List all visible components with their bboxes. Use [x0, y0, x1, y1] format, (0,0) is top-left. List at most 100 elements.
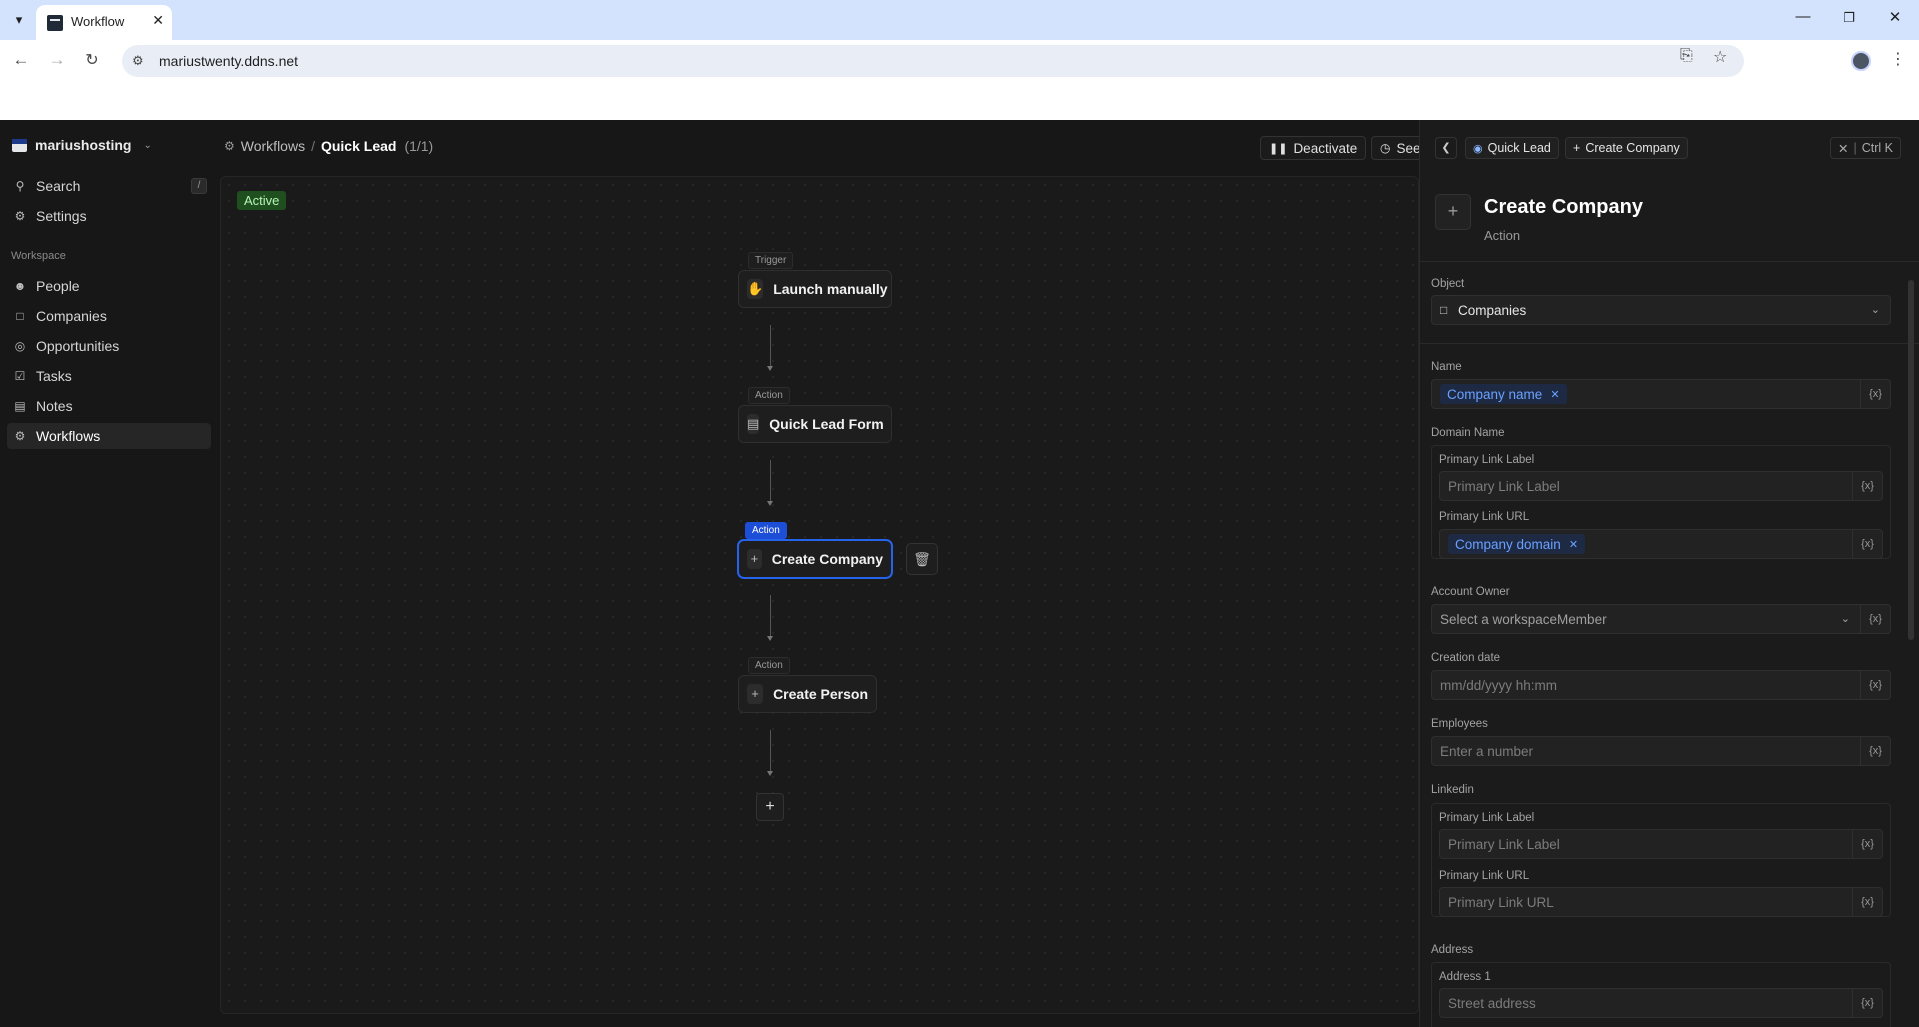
- bookmark-star-icon[interactable]: ☆: [1713, 47, 1727, 67]
- sidebar-item-workflows[interactable]: ⚙ Workflows: [7, 423, 211, 449]
- variable-chip-label: Company name: [1447, 386, 1543, 402]
- workflow-chip[interactable]: ◉ Quick Lead: [1465, 137, 1559, 159]
- owner-select[interactable]: Select a workspaceMember ⌄ {x}: [1431, 604, 1891, 634]
- delete-node-button[interactable]: 🗑: [906, 543, 938, 575]
- checkbox-icon: ☑: [14, 369, 26, 383]
- sidebar-item-label: People: [36, 278, 80, 294]
- deactivate-button[interactable]: ❚❚ Deactivate: [1260, 136, 1367, 160]
- variable-picker-icon[interactable]: {x}: [1860, 737, 1890, 765]
- linkedin-primary-url-input[interactable]: Primary Link URL {x}: [1439, 887, 1883, 917]
- reload-icon[interactable]: ↻: [81, 50, 103, 70]
- address1-input[interactable]: Street address {x}: [1439, 988, 1883, 1018]
- linkedin-primary-label-input[interactable]: Primary Link Label {x}: [1439, 829, 1883, 859]
- remove-variable-icon[interactable]: ✕: [1550, 388, 1559, 401]
- panel-header: ❮ ◉ Quick Lead + Create Company ✕ | Ctrl…: [1420, 120, 1919, 176]
- person-icon: ☻: [13, 279, 27, 293]
- variable-picker-icon[interactable]: {x}: [1852, 530, 1882, 558]
- close-shortcut-label: Ctrl K: [1861, 141, 1893, 155]
- linkedin-label: Linkedin: [1431, 784, 1474, 796]
- step-settings-panel: ❮ ◉ Quick Lead + Create Company ✕ | Ctrl…: [1419, 120, 1919, 1027]
- window-close-icon[interactable]: ✕: [1880, 8, 1910, 26]
- breadcrumb-workflows-link[interactable]: Workflows: [241, 138, 305, 154]
- back-chevron-icon[interactable]: ❮: [1435, 137, 1457, 159]
- variable-picker-icon[interactable]: {x}: [1852, 472, 1882, 500]
- building-icon: □: [1440, 303, 1448, 317]
- edge-connector: [767, 595, 773, 641]
- variable-picker-icon[interactable]: {x}: [1852, 888, 1882, 916]
- variable-picker-icon[interactable]: {x}: [1860, 605, 1890, 633]
- object-value: Companies: [1458, 303, 1527, 318]
- favicon-icon: [47, 15, 63, 31]
- browser-menu-icon[interactable]: ⋮: [1890, 49, 1906, 69]
- workflow-node-create-company[interactable]: + Create Company: [738, 540, 892, 578]
- node-tag: Action: [748, 387, 790, 404]
- employees-input[interactable]: Enter a number {x}: [1431, 736, 1891, 766]
- workflow-icon: ⚙: [14, 429, 26, 443]
- name-input[interactable]: Company name ✕ {x}: [1431, 379, 1891, 409]
- close-panel-button[interactable]: ✕ | Ctrl K: [1830, 137, 1901, 159]
- target-icon: ◎: [14, 339, 26, 353]
- search-icon: ⚲: [15, 179, 25, 193]
- workflow-canvas[interactable]: Active Trigger ✋ Launch manually Action …: [220, 176, 1419, 1014]
- app-root: mariushosting ⌄ ⚲ Search / ⚙ Settings Wo…: [0, 120, 1919, 1027]
- step-chip[interactable]: + Create Company: [1565, 137, 1688, 159]
- domain-primary-url-input[interactable]: Company domain ✕ {x}: [1439, 529, 1883, 559]
- variable-picker-icon[interactable]: {x}: [1852, 989, 1882, 1017]
- restore-icon[interactable]: ❐: [1834, 10, 1864, 26]
- variable-picker-icon[interactable]: {x}: [1860, 671, 1890, 699]
- panel-scrollbar[interactable]: [1908, 280, 1914, 640]
- creation-date-input[interactable]: mm/dd/yyyy hh:mm {x}: [1431, 670, 1891, 700]
- step-chip-label: Create Company: [1585, 141, 1680, 155]
- variable-picker-icon[interactable]: {x}: [1852, 830, 1882, 858]
- tab-close-icon[interactable]: ✕: [152, 12, 164, 29]
- plus-icon: +: [1573, 141, 1581, 155]
- placeholder: Enter a number: [1440, 744, 1534, 759]
- variable-picker-icon[interactable]: {x}: [1860, 380, 1890, 408]
- status-badge: Active: [237, 191, 287, 210]
- tab-search-chevron-icon[interactable]: ▾: [8, 9, 30, 31]
- sidebar-item-notes[interactable]: ▤ Notes: [7, 393, 211, 419]
- sidebar-item-people[interactable]: ☻ People: [7, 273, 211, 299]
- name-field-label: Name: [1431, 361, 1462, 373]
- placeholder: Primary Link URL: [1448, 895, 1554, 910]
- install-app-icon[interactable]: ⎘: [1680, 47, 1693, 65]
- sidebar-item-companies[interactable]: □ Companies: [7, 303, 211, 329]
- placeholder: Street address: [1448, 996, 1536, 1011]
- edge-connector: [767, 325, 773, 371]
- breadcrumb-separator: /: [311, 138, 315, 154]
- profile-avatar[interactable]: [1851, 51, 1871, 71]
- node-tag: Trigger: [748, 252, 794, 269]
- workflow-node-trigger[interactable]: ✋ Launch manually: [738, 270, 892, 308]
- placeholder: mm/dd/yyyy hh:mm: [1440, 678, 1558, 693]
- object-select[interactable]: □ Companies ⌄: [1431, 295, 1891, 325]
- sidebar-item-settings[interactable]: ⚙ Settings: [7, 203, 211, 229]
- back-icon[interactable]: ←: [10, 50, 32, 70]
- variable-chip[interactable]: Company domain ✕: [1448, 534, 1586, 554]
- forward-icon[interactable]: →: [46, 50, 68, 70]
- sidebar-item-label: Settings: [36, 208, 87, 224]
- chevron-down-icon: ⌄: [1840, 613, 1850, 625]
- workspace-switcher[interactable]: mariushosting ⌄: [12, 134, 152, 156]
- sidebar-item-search[interactable]: ⚲ Search /: [7, 173, 211, 199]
- see-versions-button[interactable]: ◷ See: [1371, 136, 1421, 160]
- address-bar[interactable]: ⚙ mariustwenty.ddns.net: [122, 45, 1744, 77]
- workflow-node-form[interactable]: ▤ Quick Lead Form: [738, 405, 892, 443]
- sidebar-item-label: Companies: [36, 308, 107, 324]
- workflow-node-create-person[interactable]: + Create Person: [738, 675, 877, 713]
- sidebar-item-tasks[interactable]: ☑ Tasks: [7, 363, 211, 389]
- site-info-icon[interactable]: ⚙: [132, 53, 144, 69]
- edge-connector: [767, 730, 773, 776]
- sidebar-item-label: Workflows: [36, 428, 101, 444]
- minimize-icon[interactable]: —: [1788, 8, 1818, 25]
- sidebar-item-label: Opportunities: [36, 338, 120, 354]
- placeholder: Primary Link Label: [1448, 837, 1560, 852]
- pause-icon: ❚❚: [1269, 142, 1288, 155]
- domain-primary-label-input[interactable]: Primary Link Label {x}: [1439, 471, 1883, 501]
- remove-variable-icon[interactable]: ✕: [1569, 538, 1578, 551]
- chevron-down-icon: ⌄: [1870, 304, 1880, 316]
- add-step-button[interactable]: +: [756, 793, 784, 821]
- sidebar-item-opportunities[interactable]: ◎ Opportunities: [7, 333, 211, 359]
- browser-tab[interactable]: Workflow ✕: [36, 5, 172, 40]
- variable-chip[interactable]: Company name ✕: [1440, 384, 1567, 404]
- address-label: Address: [1431, 944, 1474, 956]
